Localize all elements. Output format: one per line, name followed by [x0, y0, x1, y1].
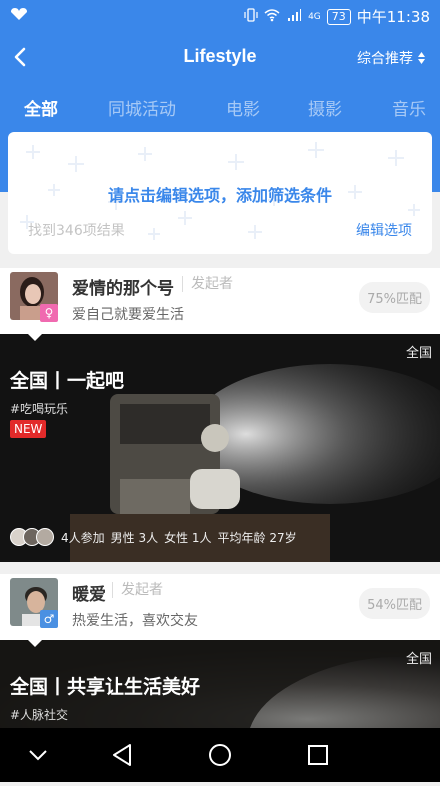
organizer-bio: 爱自己就要爱生活	[72, 307, 184, 323]
sort-label: 综合推荐	[357, 51, 413, 67]
event-tag[interactable]: #吃喝玩乐	[10, 400, 68, 417]
category-tabs: 全部 同城活动 电影 摄影 音乐	[0, 88, 440, 132]
sort-dropdown[interactable]: 综合推荐	[357, 48, 426, 68]
event-card[interactable]: 全国 全国丨共享让生活美好 #人脉社交	[0, 640, 440, 728]
match-badge: 54%匹配	[359, 588, 430, 619]
event-title: 全国丨共享让生活美好	[10, 676, 201, 698]
status-indicators: 4G 73 中午11:38	[244, 6, 430, 27]
vibrate-icon	[244, 7, 258, 26]
event-title: 全国丨一起吧	[10, 370, 125, 392]
notification-icon	[10, 7, 28, 25]
tab-all[interactable]: 全部	[24, 95, 58, 120]
gender-female-icon: ♀	[40, 304, 58, 322]
network-type: 4G	[308, 11, 321, 22]
app-header: Lifestyle 综合推荐	[0, 30, 440, 88]
avatar	[36, 528, 54, 546]
sort-arrows-icon	[417, 51, 426, 65]
event-region: 全国	[405, 346, 432, 361]
tab-movies[interactable]: 电影	[226, 95, 260, 120]
event-card[interactable]: 全国 全国丨一起吧 #吃喝玩乐 NEW 4人参加 男性 3人 女性 1人 平均年…	[0, 334, 440, 562]
organizer-row[interactable]: ♀ 爱情的那个号 发起者 爱自己就要爱生活 75%匹配	[0, 268, 440, 341]
nav-collapse-icon	[29, 750, 47, 761]
tab-photography[interactable]: 摄影	[308, 95, 342, 120]
organizer-name[interactable]: 爱情的那个号	[72, 274, 174, 299]
organizer-role: 发起者	[182, 276, 233, 292]
event-tag[interactable]: #人脉社交	[10, 706, 68, 723]
status-time: 中午11:38	[356, 8, 430, 26]
new-badge: NEW	[10, 420, 47, 438]
result-count: 找到346项结果	[28, 223, 125, 239]
organizer-bio: 热爱生活，喜欢交友	[72, 613, 198, 629]
tab-local-events[interactable]: 同城活动	[108, 95, 176, 120]
nav-back-icon	[113, 744, 131, 766]
wifi-icon	[264, 8, 280, 26]
battery-level: 73	[326, 8, 351, 25]
nav-collapse-button[interactable]	[8, 728, 68, 782]
filter-card[interactable]: 请点击编辑选项，添加筛选条件 找到346项结果 编辑选项	[8, 132, 432, 254]
organizer-name[interactable]: 暖爱	[72, 580, 106, 605]
signal-icon	[286, 8, 302, 26]
status-bar: 4G 73 中午11:38	[0, 0, 440, 30]
system-nav-bar	[0, 728, 440, 782]
participant-avatars	[10, 528, 54, 546]
pointer-arrow	[28, 640, 42, 647]
male-count: 男性 3人	[110, 530, 159, 545]
nav-home-icon	[209, 744, 231, 766]
pointer-arrow	[28, 334, 42, 341]
nav-recents-button[interactable]	[288, 728, 348, 782]
female-count: 女性 1人	[164, 530, 212, 545]
participant-count: 4人参加	[61, 530, 105, 545]
match-badge: 75%匹配	[359, 282, 430, 313]
organizer-row[interactable]: ♂ 暖爱 发起者 热爱生活，喜欢交友 54%匹配	[0, 574, 440, 647]
organizer-role: 发起者	[112, 582, 163, 598]
average-age: 平均年龄 27岁	[217, 530, 297, 545]
tab-music[interactable]: 音乐	[392, 95, 426, 120]
event-region: 全国	[405, 652, 432, 667]
edit-options-button[interactable]: 编辑选项	[356, 220, 412, 240]
nav-recents-icon	[308, 745, 328, 765]
gender-male-icon: ♂	[40, 610, 58, 628]
nav-home-button[interactable]	[190, 728, 250, 782]
filter-prompt: 请点击编辑选项，添加筛选条件	[107, 186, 332, 205]
nav-back-button[interactable]	[92, 728, 152, 782]
event-stats: 4人参加 男性 3人 女性 1人 平均年龄 27岁	[10, 528, 297, 546]
